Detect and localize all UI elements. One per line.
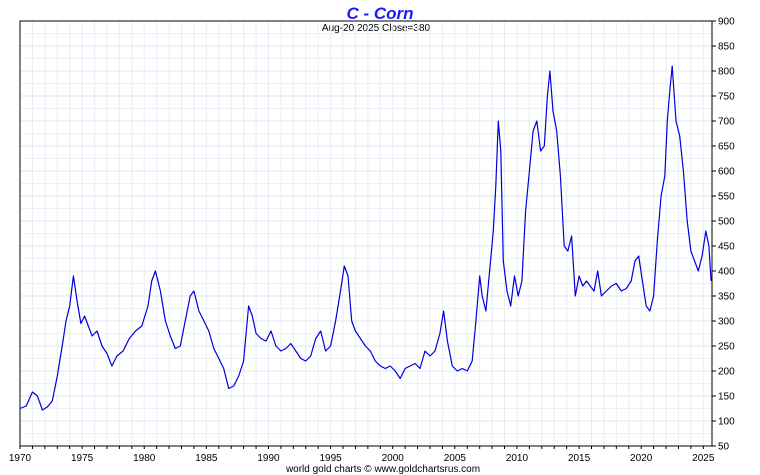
- chart-credit: world gold charts © www.goldchartsrus.co…: [285, 464, 480, 475]
- y-tick-label: 850: [718, 42, 735, 53]
- y-tick-label: 350: [718, 292, 735, 303]
- y-tick-label: 50: [718, 442, 730, 453]
- y-tick-label: 150: [718, 392, 735, 403]
- x-tick-label: 2010: [506, 453, 529, 464]
- y-tick-label: 750: [718, 92, 735, 103]
- x-tick-label: 2005: [444, 453, 467, 464]
- x-tick-label: 2025: [692, 453, 715, 464]
- x-tick-label: 2020: [630, 453, 653, 464]
- chart-subtitle: Aug-20 2025 Close=380: [322, 23, 431, 34]
- corn-price-chart: C - Corn Aug-20 2025 Close=380 1970 1975 1…: [9, 4, 735, 475]
- y-tick-label: 700: [718, 117, 735, 128]
- x-axis: 1970 1975 1980 1985 1990 1995 2000 2005 2010 2015…: [9, 446, 715, 464]
- chart-title: C - Corn: [346, 4, 413, 23]
- y-tick-label: 900: [718, 17, 735, 28]
- x-tick-label: 1970: [9, 453, 32, 464]
- y-axis: 50 100 150 200 250 300 350 400 450 500 550 600 650 70…: [712, 17, 735, 453]
- y-tick-label: 800: [718, 67, 735, 78]
- x-tick-label: 1990: [257, 453, 280, 464]
- y-tick-label: 200: [718, 367, 735, 378]
- grid-lines: [19, 20, 712, 447]
- y-tick-label: 400: [718, 267, 735, 278]
- y-tick-label: 100: [718, 417, 735, 428]
- y-tick-label: 600: [718, 167, 735, 178]
- y-tick-label: 650: [718, 142, 735, 153]
- y-tick-label: 450: [718, 242, 735, 253]
- x-tick-label: 2000: [382, 453, 405, 464]
- y-tick-label: 550: [718, 192, 735, 203]
- x-tick-label: 1985: [195, 453, 218, 464]
- y-tick-label: 500: [718, 217, 735, 228]
- y-tick-label: 300: [718, 317, 735, 328]
- x-tick-label: 2015: [568, 453, 591, 464]
- x-tick-label: 1975: [71, 453, 94, 464]
- x-tick-label: 1995: [319, 453, 342, 464]
- x-tick-label: 1980: [133, 453, 156, 464]
- y-tick-label: 250: [718, 342, 735, 353]
